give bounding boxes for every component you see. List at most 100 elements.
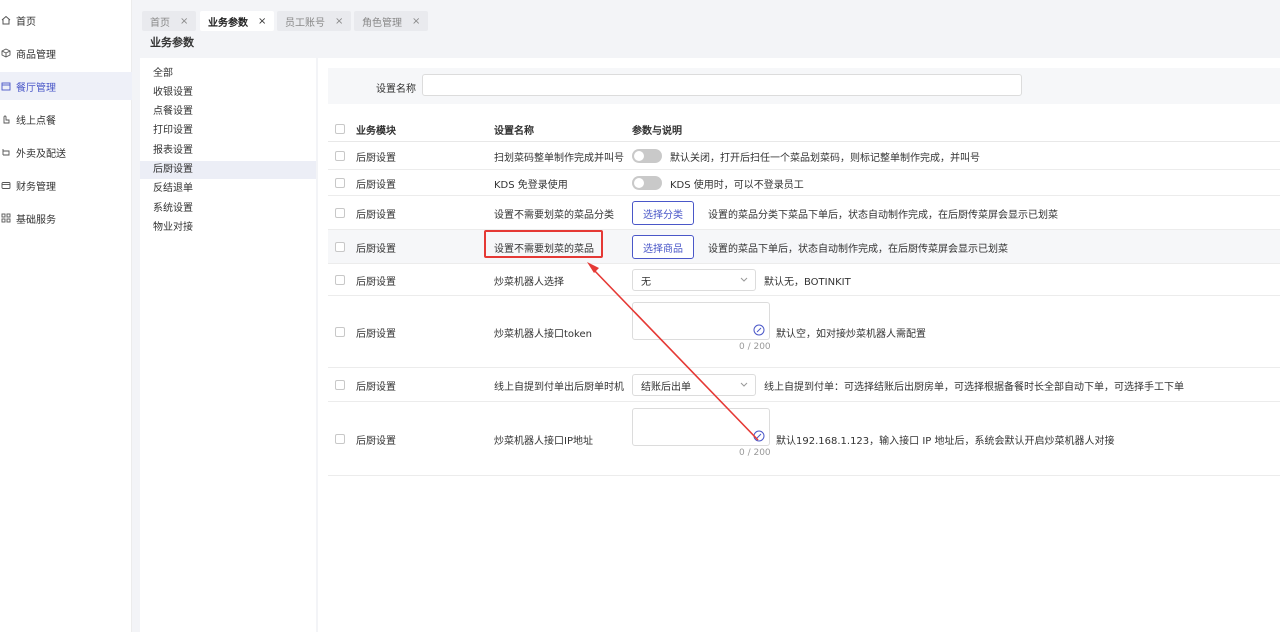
sidebar-item-label: 线上点餐 (16, 115, 56, 127)
row-checkbox[interactable] (335, 434, 345, 444)
chevron-down-icon (740, 277, 748, 282)
toggle-switch[interactable] (632, 176, 662, 190)
edit-icon (753, 430, 765, 442)
sidebar-item-label: 首页 (16, 16, 36, 28)
sidebar-item-products[interactable]: 商品管理 (0, 39, 132, 67)
select-all-checkbox[interactable] (335, 124, 345, 134)
row-checkbox[interactable] (335, 242, 345, 252)
search-label: 设置名称 (376, 84, 416, 95)
wallet-icon (1, 180, 11, 190)
box-icon (1, 48, 11, 58)
close-icon[interactable]: × (180, 16, 188, 27)
column-header-module: 业务模块 (356, 125, 396, 137)
sidebar: 首页 商品管理 餐厅管理 线上点餐 外卖及配送 财务管理 基础服务 (0, 0, 132, 632)
category-item-system[interactable]: 系统设置 (140, 200, 316, 218)
row-checkbox[interactable] (335, 208, 345, 218)
row-checkbox[interactable] (335, 380, 345, 390)
tab-role-management[interactable]: 角色管理 × (354, 11, 429, 31)
row-description: 默认空，如对接炒菜机器人需配置 (776, 328, 926, 340)
sidebar-item-restaurant[interactable]: 餐厅管理 (0, 72, 132, 100)
row-description: 默认关闭，打开后扫任一个菜品划菜码，则标记整单制作完成，并叫号 (670, 152, 980, 164)
search-input[interactable] (422, 74, 1022, 96)
category-item-reports[interactable]: 报表设置 (140, 142, 316, 160)
row-checkbox[interactable] (335, 178, 345, 188)
row-module: 后厨设置 (356, 328, 396, 340)
row-checkbox[interactable] (335, 275, 345, 285)
category-item-kitchen[interactable]: 后厨设置 (140, 161, 316, 179)
close-icon[interactable]: × (258, 16, 266, 27)
row-description: 线上自提到付单：可选择结账后出厨房单，可选择根据备餐时长全部自动下单，可选择手工… (764, 381, 1184, 393)
ip-textarea[interactable] (632, 408, 770, 446)
row-module: 后厨设置 (356, 381, 396, 393)
row-checkbox[interactable] (335, 327, 345, 337)
table-row: 后厨设置 线上自提到付单出后厨单时机 结账后出单 线上自提到付单：可选择结账后出… (328, 368, 1280, 402)
select-product-button[interactable]: 选择商品 (632, 235, 694, 259)
edit-icon (753, 324, 765, 336)
robot-select[interactable]: 无 (632, 269, 756, 291)
grid-icon (1, 213, 11, 223)
row-checkbox[interactable] (335, 151, 345, 161)
row-setting-name: 扫划菜码整单制作完成并叫号 (494, 152, 624, 164)
row-description: 默认192.168.1.123，输入接口 IP 地址后，系统会默认开启炒菜机器人… (776, 435, 1115, 447)
row-module: 后厨设置 (356, 435, 396, 447)
table-row: 后厨设置 扫划菜码整单制作完成并叫号 默认关闭，打开后扫任一个菜品划菜码，则标记… (328, 142, 1280, 170)
annotation-highlight-box (484, 230, 603, 258)
sidebar-item-basic-services[interactable]: 基础服务 (0, 204, 132, 232)
category-item-property[interactable]: 物业对接 (140, 219, 316, 237)
tab-label: 角色管理 (362, 17, 402, 29)
sidebar-item-finance[interactable]: 财务管理 (0, 171, 132, 199)
search-bar: 设置名称 (328, 68, 1280, 104)
sidebar-item-online-order[interactable]: 线上点餐 (0, 105, 132, 133)
select-category-button[interactable]: 选择分类 (632, 201, 694, 225)
category-item-all[interactable]: 全部 (140, 65, 316, 83)
pickup-timing-select[interactable]: 结账后出单 (632, 374, 756, 396)
table-row: 后厨设置 设置不需要划菜的菜品 选择商品 设置的菜品下单后，状态自动制作完成，在… (328, 230, 1280, 264)
row-module: 后厨设置 (356, 152, 396, 164)
select-value: 结账后出单 (641, 381, 691, 393)
row-setting-name: 设置不需要划菜的菜品分类 (494, 209, 614, 221)
row-module: 后厨设置 (356, 243, 396, 255)
tab-label: 首页 (150, 17, 170, 29)
row-setting-name: 线上自提到付单出后厨单时机 (494, 381, 624, 393)
sidebar-item-label: 餐厅管理 (16, 82, 56, 94)
toggle-switch[interactable] (632, 149, 662, 163)
tab-home[interactable]: 首页 × (142, 11, 197, 31)
category-panel: 全部 收银设置 点餐设置 打印设置 报表设置 后厨设置 反结退单 系统设置 物业… (140, 58, 316, 632)
row-description: 设置的菜品下单后，状态自动制作完成，在后厨传菜屏会显示已划菜 (708, 243, 1008, 255)
sidebar-item-delivery[interactable]: 外卖及配送 (0, 138, 132, 166)
sidebar-item-label: 外卖及配送 (16, 148, 66, 160)
row-description: 设置的菜品分类下菜品下单后，状态自动制作完成，在后厨传菜屏会显示已划菜 (708, 209, 1058, 221)
category-item-printing[interactable]: 打印设置 (140, 122, 316, 140)
row-setting-name: KDS 免登录使用 (494, 179, 568, 191)
store-icon (1, 81, 11, 91)
tab-staff-accounts[interactable]: 员工账号 × (277, 11, 352, 31)
category-item-ordering[interactable]: 点餐设置 (140, 103, 316, 121)
hand-icon (1, 114, 11, 124)
table-row: 后厨设置 炒菜机器人接口IP地址 0 / 200 默认192.168.1.123… (328, 402, 1280, 476)
sidebar-item-home[interactable]: 首页 (0, 6, 132, 34)
row-description: 默认无，BOTINKIT (764, 276, 851, 288)
tab-label: 员工账号 (285, 17, 325, 29)
page-title: 业务参数 (150, 36, 194, 49)
table-row: 后厨设置 设置不需要划菜的菜品分类 选择分类 设置的菜品分类下菜品下单后，状态自… (328, 196, 1280, 230)
category-item-refund[interactable]: 反结退单 (140, 180, 316, 198)
tab-label: 业务参数 (208, 17, 248, 29)
tab-business-params[interactable]: 业务参数 × (200, 11, 275, 31)
chevron-down-icon (740, 382, 748, 387)
table-row: 后厨设置 KDS 免登录使用 KDS 使用时，可以不登录员工 (328, 170, 1280, 196)
sidebar-item-label: 财务管理 (16, 181, 56, 193)
home-icon (1, 15, 11, 25)
category-item-cashier[interactable]: 收银设置 (140, 84, 316, 102)
close-icon[interactable]: × (335, 16, 343, 27)
select-value: 无 (641, 276, 651, 288)
table-row: 后厨设置 炒菜机器人接口token 0 / 200 默认空，如对接炒菜机器人需配… (328, 296, 1280, 368)
column-header-name: 设置名称 (494, 125, 534, 137)
sidebar-item-label: 商品管理 (16, 49, 56, 61)
char-count: 0 / 200 (739, 342, 771, 352)
close-icon[interactable]: × (412, 16, 420, 27)
token-textarea[interactable] (632, 302, 770, 340)
table-header: 业务模块 设置名称 参数与说明 (328, 116, 1280, 142)
row-setting-name: 炒菜机器人接口IP地址 (494, 435, 593, 447)
delivery-icon (1, 147, 11, 157)
row-description: KDS 使用时，可以不登录员工 (670, 179, 804, 191)
